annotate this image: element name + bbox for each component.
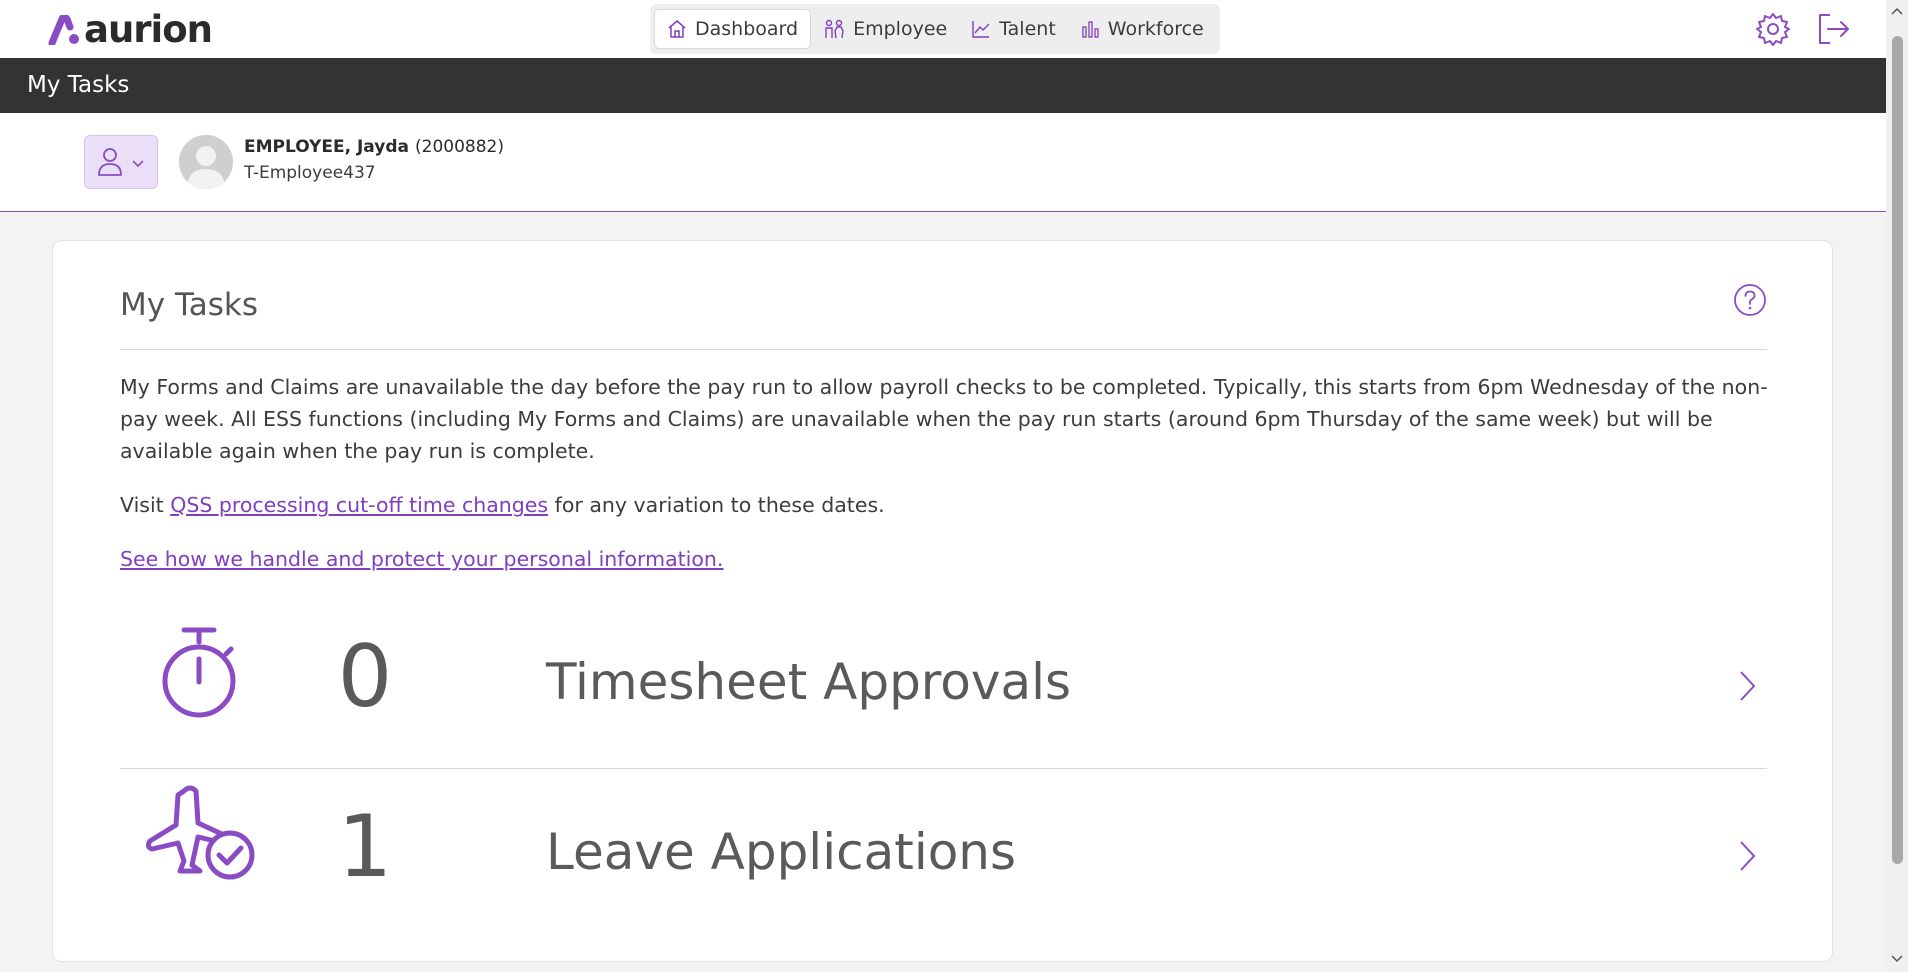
pay-run-notice: My Forms and Claims are unavailable the … <box>120 375 1768 463</box>
people-icon <box>825 19 844 39</box>
tab-workforce-label: Workforce <box>1107 18 1204 40</box>
divider <box>120 349 1767 350</box>
tab-employee[interactable]: Employee <box>811 9 959 49</box>
top-navigation-bar: aurion Dashboard Employee Talent Workfor… <box>0 0 1886 58</box>
tab-workforce[interactable]: Workforce <box>1068 9 1216 49</box>
my-tasks-card: My Tasks My Forms and Claims are unavail… <box>52 240 1833 962</box>
card-title: My Tasks <box>120 287 259 323</box>
tab-talent[interactable]: Talent <box>959 9 1068 49</box>
task-row-timesheet-approvals[interactable]: 0 Timesheet Approvals <box>120 601 1767 769</box>
home-icon <box>668 20 686 38</box>
scroll-up-icon[interactable] <box>1891 6 1903 16</box>
user-name: EMPLOYEE, Jayda <box>244 137 409 157</box>
plane-check-icon <box>145 785 255 880</box>
visit-suffix: for any variation to these dates. <box>548 493 885 517</box>
user-icon <box>98 148 122 176</box>
chevron-right-icon <box>1740 841 1756 871</box>
chevron-right-icon <box>1740 671 1756 701</box>
task-count: 0 <box>337 627 393 727</box>
main-nav-tabs: Dashboard Employee Talent Workforce <box>650 4 1220 54</box>
task-label: Leave Applications <box>546 823 1017 881</box>
tab-employee-label: Employee <box>853 18 948 40</box>
help-question-icon[interactable] <box>1733 283 1767 317</box>
aurion-logo-mark-icon <box>48 15 79 45</box>
avatar-placeholder-icon <box>179 135 233 189</box>
tab-dashboard-label: Dashboard <box>695 18 799 40</box>
user-subtitle: T-Employee437 <box>244 163 376 183</box>
aurion-logo[interactable]: aurion <box>48 8 213 51</box>
task-count: 1 <box>337 797 393 897</box>
task-label: Timesheet Approvals <box>546 653 1072 711</box>
stopwatch-icon <box>162 627 236 718</box>
bar-chart-icon <box>1082 21 1099 38</box>
visit-notice: Visit QSS processing cut-off time change… <box>120 489 1780 521</box>
user-switch-button[interactable] <box>84 135 158 189</box>
trend-chart-icon <box>972 21 990 38</box>
chevron-down-icon <box>132 160 144 168</box>
settings-gear-icon[interactable] <box>1754 10 1792 48</box>
scrollbar-thumb[interactable] <box>1892 36 1903 864</box>
visit-prefix: Visit <box>120 493 171 517</box>
logout-icon[interactable] <box>1814 10 1852 48</box>
privacy-notice: See how we handle and protect your perso… <box>120 543 1780 575</box>
page-title: My Tasks <box>27 72 130 98</box>
qss-cutoff-link[interactable]: QSS processing cut-off time changes <box>170 493 548 517</box>
page-scrollbar[interactable] <box>1886 0 1908 972</box>
task-row-leave-applications[interactable]: 1 Leave Applications <box>120 771 1767 939</box>
user-id: (2000882) <box>415 137 504 157</box>
tab-dashboard[interactable]: Dashboard <box>654 9 812 49</box>
privacy-link[interactable]: See how we handle and protect your perso… <box>120 547 723 571</box>
tab-talent-label: Talent <box>999 18 1056 40</box>
user-context-strip: EMPLOYEE, Jayda (2000882) T-Employee437 <box>0 113 1886 212</box>
page-title-bar: My Tasks <box>0 58 1886 113</box>
scroll-down-icon[interactable] <box>1891 954 1903 964</box>
avatar <box>179 135 233 189</box>
logo-text: aurion <box>84 8 213 51</box>
